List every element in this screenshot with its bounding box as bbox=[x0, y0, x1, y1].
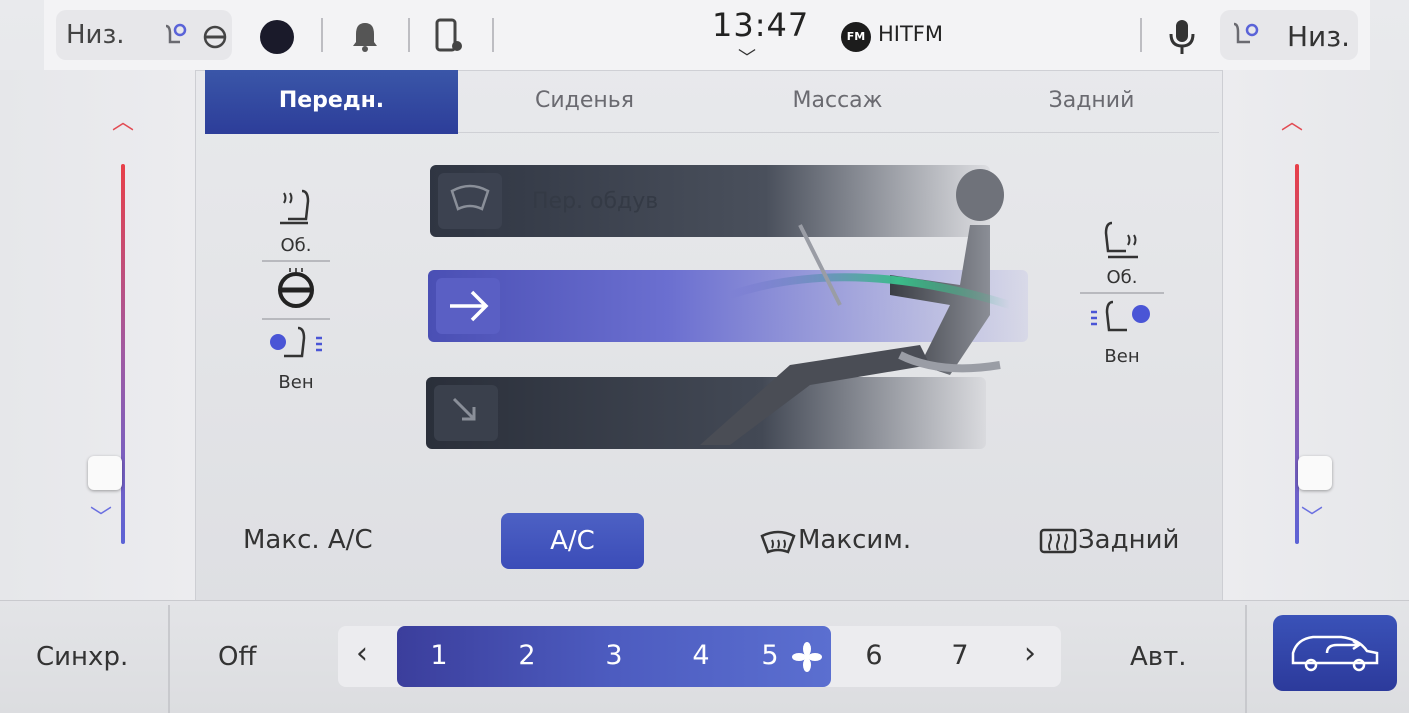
divider bbox=[1245, 605, 1247, 713]
tab-seats[interactable]: Сиденья bbox=[458, 70, 711, 132]
ac-button[interactable]: A/C bbox=[501, 513, 644, 569]
divider bbox=[408, 18, 410, 52]
left-heat-label: Об. bbox=[280, 235, 312, 256]
right-temperature-panel: ︿ ﹀ bbox=[1222, 70, 1409, 600]
radio-station[interactable]: HITFM bbox=[878, 22, 943, 46]
fan-off-button[interactable]: Off bbox=[218, 642, 256, 672]
tab-rear[interactable]: Задний bbox=[964, 70, 1219, 132]
tab-bar: Передн. Сиденья Массаж Задний bbox=[205, 70, 1219, 134]
right-vent-label: Вен bbox=[1104, 346, 1140, 367]
temp-slider-left[interactable] bbox=[121, 164, 125, 544]
max-ac-button[interactable]: Макс. A/C bbox=[243, 510, 373, 570]
divider bbox=[262, 260, 330, 262]
fan-level-3[interactable]: 3 bbox=[594, 640, 634, 671]
arrow-right-icon bbox=[436, 278, 500, 334]
fan-prev-button[interactable]: ‹ bbox=[356, 636, 368, 671]
tab-indicator bbox=[205, 130, 458, 134]
driver-silhouette bbox=[700, 169, 1010, 445]
seat-heat-left-icon[interactable] bbox=[274, 185, 318, 231]
steering-heat-left-icon[interactable] bbox=[274, 266, 318, 310]
temp-down-left-icon[interactable]: ﹀ bbox=[90, 500, 112, 532]
radio-badge: FM bbox=[841, 22, 871, 52]
left-seat-controls: Об. Вен bbox=[262, 185, 330, 393]
seat-vent-left-icon[interactable] bbox=[264, 324, 328, 368]
fan-level-4[interactable]: 4 bbox=[681, 640, 721, 671]
front-defrost-icon bbox=[760, 530, 796, 554]
fan-level-7[interactable]: 7 bbox=[940, 640, 980, 671]
defrost-label: Пер. обдув bbox=[532, 189, 659, 214]
right-fan-label: Низ. bbox=[1287, 20, 1351, 53]
seat-heat-right-icon[interactable] bbox=[1100, 217, 1144, 263]
fan-level-2[interactable]: 2 bbox=[507, 640, 547, 671]
status-bar: Низ. 13:47 ﹀ FM HITFM Низ. bbox=[44, 0, 1370, 71]
left-vent-label: Вен bbox=[278, 372, 314, 393]
tab-front[interactable]: Передн. bbox=[205, 70, 458, 132]
bell-icon[interactable] bbox=[350, 20, 380, 52]
profile-icon[interactable] bbox=[260, 20, 294, 54]
max-defrost-button[interactable]: Максим. bbox=[798, 510, 911, 570]
windshield-icon bbox=[438, 173, 502, 229]
fan-icon bbox=[792, 642, 822, 672]
temp-up-right-icon[interactable]: ︿ bbox=[1281, 104, 1303, 136]
seat-fan-icon bbox=[165, 23, 187, 44]
divider bbox=[492, 18, 494, 52]
phone-settings-icon[interactable] bbox=[434, 18, 464, 54]
temp-up-left-icon[interactable]: ︿ bbox=[112, 104, 134, 136]
fan-next-button[interactable]: › bbox=[1024, 636, 1036, 671]
fan-level-6[interactable]: 6 bbox=[854, 640, 894, 671]
left-fan-label: Низ. bbox=[66, 20, 125, 50]
divider bbox=[262, 318, 330, 320]
recirculation-button[interactable] bbox=[1273, 615, 1397, 691]
car-recirculation-icon bbox=[1291, 635, 1379, 672]
clock: 13:47 bbox=[712, 6, 810, 44]
seat-fan-right-icon bbox=[1233, 22, 1259, 44]
fan-level-5[interactable]: 5 bbox=[750, 640, 790, 671]
climate-screen: Низ. 13:47 ﹀ FM HITFM Низ. ︿ ﹀ ︿ ﹀ Перед… bbox=[0, 0, 1409, 713]
divider bbox=[168, 605, 170, 713]
temp-thumb-left[interactable] bbox=[88, 456, 122, 490]
divider bbox=[1140, 18, 1142, 52]
rear-defrost-button[interactable]: Задний bbox=[1078, 510, 1179, 570]
left-temperature-panel: ︿ ﹀ bbox=[0, 70, 196, 600]
tab-massage[interactable]: Массаж bbox=[711, 70, 964, 132]
microphone-icon[interactable] bbox=[1168, 18, 1196, 56]
fan-level-1[interactable]: 1 bbox=[419, 640, 459, 671]
divider bbox=[1080, 292, 1164, 294]
right-seat-controls: Об. Вен bbox=[1080, 217, 1164, 367]
steering-heat-icon bbox=[203, 25, 227, 49]
feet-arrow-icon bbox=[434, 385, 498, 441]
temp-down-right-icon[interactable]: ﹀ bbox=[1301, 500, 1323, 532]
rear-defrost-icon bbox=[1039, 528, 1077, 554]
chevron-down-icon[interactable]: ﹀ bbox=[738, 44, 756, 70]
temp-thumb-right[interactable] bbox=[1298, 456, 1332, 490]
sync-button[interactable]: Синхр. bbox=[36, 642, 128, 672]
auto-button[interactable]: Авт. bbox=[1130, 642, 1187, 672]
divider bbox=[321, 18, 323, 52]
seat-vent-right-icon[interactable] bbox=[1087, 298, 1157, 342]
right-heat-label: Об. bbox=[1106, 267, 1138, 288]
